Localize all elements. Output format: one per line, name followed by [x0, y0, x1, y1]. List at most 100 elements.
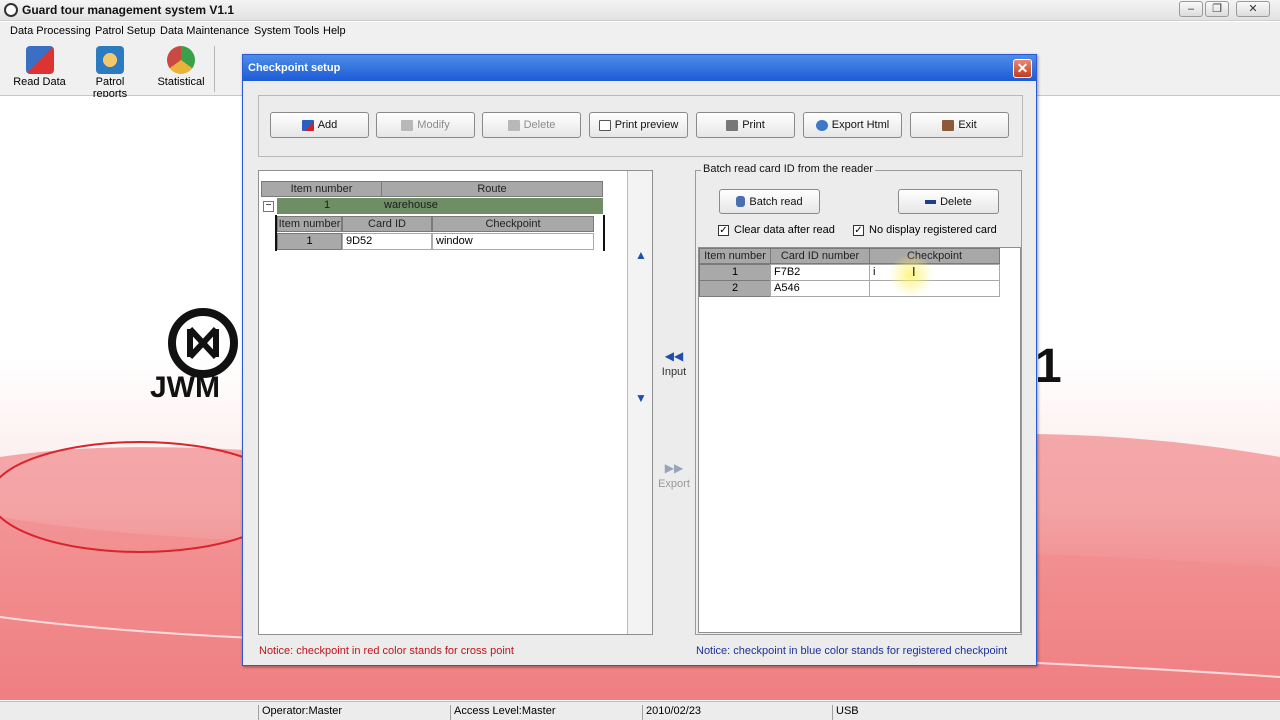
checkpoint-setup-dialog: Checkpoint setup ✕ Add Modify Delete Pri… [242, 54, 1037, 666]
dialog-button-bar: Add Modify Delete Print preview Print Ex… [258, 95, 1023, 157]
menu-help[interactable]: Help [323, 25, 346, 37]
subgrid-border [275, 215, 277, 251]
app-titlebar: Guard tour management system V1.1 – ❐ ✕ [0, 0, 1280, 21]
export-label: Export [658, 478, 690, 490]
batch-delete-label: Delete [940, 195, 972, 208]
minus-icon [925, 199, 937, 204]
input-label: Input [661, 366, 687, 378]
delete-record-button[interactable]: Delete [482, 112, 581, 138]
exit-icon [942, 119, 955, 131]
header-item-number-right[interactable]: Item number [699, 248, 771, 264]
read-data-label: Read Data [13, 76, 66, 88]
notice-left: Notice: checkpoint in red color stands f… [259, 645, 514, 657]
minimize-button[interactable]: – [1179, 1, 1203, 17]
statistical-label: Statistical [157, 76, 205, 88]
statistical-button[interactable]: Statistical [156, 46, 206, 88]
collapse-toggle[interactable]: − [263, 201, 274, 212]
exit-label: Exit [958, 119, 977, 131]
clear-data-checkbox[interactable]: ✓ Clear data after read [718, 224, 835, 236]
export-html-label: Export Html [831, 119, 890, 131]
menu-data-processing[interactable]: Data Processing [10, 25, 91, 37]
export-html-icon [815, 119, 828, 131]
status-access-level: Access Level:Master [450, 705, 643, 720]
read-data-icon [25, 46, 54, 74]
version-digit: 1 [1035, 340, 1062, 393]
app-title: Guard tour management system V1.1 [22, 3, 235, 17]
add-button[interactable]: Add [270, 112, 369, 138]
subheader-card-id[interactable]: Card ID [342, 216, 432, 232]
route-checkpoint-grid[interactable]: Item number Route − 1 warehouse Item num… [258, 170, 653, 635]
print-preview-button[interactable]: Print preview [589, 112, 688, 138]
status-operator: Operator:Master [258, 705, 451, 720]
modify-button[interactable]: Modify [376, 112, 475, 138]
no-display-check-icon: ✓ [853, 224, 864, 236]
menu-system-tools[interactable]: System Tools [254, 25, 319, 37]
card-id-grid[interactable]: Item number Card ID number Checkpoint 1 … [698, 247, 1021, 633]
toolbar-separator [214, 46, 215, 92]
clear-data-check-icon: ✓ [718, 224, 729, 236]
card-row-1-card-id[interactable]: F7B2 [770, 264, 870, 281]
export-button[interactable]: ▶▶ Export [653, 461, 695, 490]
patrol-reports-icon [96, 46, 124, 74]
print-preview-label: Print preview [614, 119, 679, 131]
printer-icon [726, 119, 739, 131]
header-checkpoint-right[interactable]: Checkpoint [869, 248, 1000, 264]
notice-right: Notice: checkpoint in blue color stands … [696, 645, 1008, 657]
batch-read-panel: Batch read card ID from the reader Batch… [695, 163, 1022, 635]
header-item-number[interactable]: Item number [261, 181, 382, 197]
header-card-id-number[interactable]: Card ID number [770, 248, 870, 264]
card-row-2-card-id[interactable]: A546 [770, 280, 870, 297]
subheader-item-number[interactable]: Item number [277, 216, 342, 232]
subgrid-border-right [603, 215, 605, 251]
header-route[interactable]: Route [381, 181, 603, 197]
subrow-checkpoint[interactable]: window [432, 233, 594, 250]
subrow-item[interactable]: 1 [277, 233, 342, 250]
print-preview-icon [598, 119, 611, 131]
subheader-checkpoint[interactable]: Checkpoint [432, 216, 594, 232]
add-icon [301, 119, 314, 131]
card-row-2-item[interactable]: 2 [699, 280, 771, 297]
status-bar: Operator:Master Access Level:Master 2010… [0, 701, 1280, 720]
print-label: Print [742, 119, 765, 131]
add-label: Add [317, 119, 338, 131]
batch-read-label: Batch read [749, 195, 803, 208]
delete-record-icon [507, 119, 520, 131]
status-port: USB [832, 705, 1032, 720]
batch-delete-button[interactable]: Delete [898, 189, 999, 214]
read-data-button[interactable]: Read Data [12, 46, 67, 88]
move-up-icon[interactable]: ▲ [629, 248, 653, 262]
statistical-icon [167, 46, 195, 74]
delete-record-label: Delete [523, 119, 556, 131]
move-down-icon[interactable]: ▼ [629, 391, 653, 405]
menu-patrol-setup[interactable]: Patrol Setup [95, 25, 156, 37]
app-icon [4, 3, 18, 17]
modify-icon [401, 119, 414, 131]
batch-read-button[interactable]: Batch read [719, 189, 820, 214]
batch-read-legend: Batch read card ID from the reader [701, 163, 875, 175]
patrol-reports-button[interactable]: Patrol reports [78, 46, 142, 100]
status-date: 2010/02/23 [642, 705, 833, 720]
close-button[interactable]: ✕ [1236, 1, 1270, 17]
card-row-2-checkpoint[interactable] [869, 280, 1000, 297]
export-html-button[interactable]: Export Html [803, 112, 902, 138]
menu-bar: Data Processing Patrol Setup Data Mainte… [0, 22, 1280, 42]
card-row-1-item[interactable]: 1 [699, 264, 771, 281]
dialog-close-button[interactable]: ✕ [1013, 59, 1032, 78]
exit-button[interactable]: Exit [910, 112, 1009, 138]
modify-label: Modify [417, 119, 450, 131]
route-row-item: 1 [324, 199, 331, 211]
restore-button[interactable]: ❐ [1205, 1, 1229, 17]
print-button[interactable]: Print [696, 112, 795, 138]
no-display-checkbox[interactable]: ✓ No display registered card [853, 224, 997, 236]
logo-text: JWM [150, 371, 220, 404]
double-left-arrow-icon: ◀◀ [664, 349, 684, 363]
subrow-card-id[interactable]: 9D52 [342, 233, 432, 250]
dialog-title: Checkpoint setup [243, 55, 1036, 81]
route-row[interactable]: 1 warehouse [277, 198, 603, 214]
menu-data-maintenance[interactable]: Data Maintenance [160, 25, 249, 37]
no-display-label: No display registered card [869, 224, 997, 236]
input-button[interactable]: ◀◀ Input [653, 349, 695, 378]
route-row-name: warehouse [384, 199, 438, 211]
reader-icon [736, 196, 746, 207]
double-right-arrow-icon: ▶▶ [664, 461, 684, 475]
